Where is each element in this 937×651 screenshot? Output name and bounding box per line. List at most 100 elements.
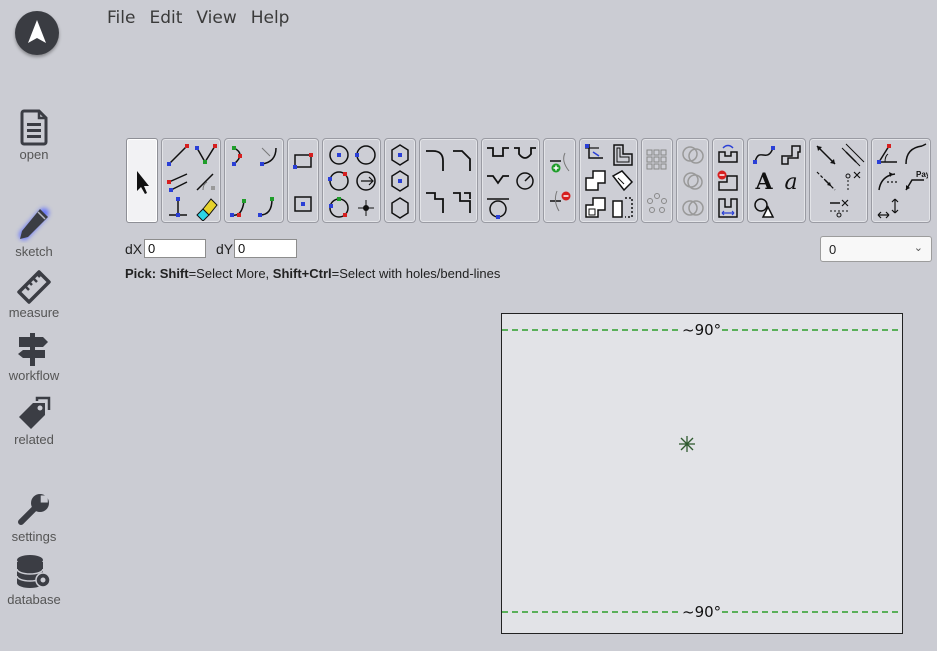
menu-edit[interactable]: Edit	[142, 6, 189, 30]
rect-corner-tool[interactable]	[290, 147, 316, 173]
text-tool[interactable]: A	[751, 168, 777, 194]
dimension-point-tool[interactable]	[813, 168, 839, 194]
trim-icon	[585, 144, 603, 159]
menu-bar: File Edit View Help	[100, 6, 296, 30]
arc-end-tool[interactable]	[256, 195, 282, 221]
fillet-icon	[426, 150, 444, 171]
point-tool[interactable]	[353, 195, 379, 221]
trim-tool[interactable]	[583, 142, 609, 168]
dimension-offset-icon	[841, 143, 865, 167]
select-tool-button[interactable]	[126, 138, 158, 223]
rect-center-tool[interactable]	[290, 191, 316, 217]
subtract-tool[interactable]	[583, 195, 609, 221]
app-logo[interactable]	[15, 11, 59, 55]
circle-center-tool[interactable]	[326, 142, 352, 168]
corner-tools-group	[419, 138, 478, 223]
remove-feature-tool[interactable]	[547, 189, 573, 215]
hexagon-edge-tool[interactable]	[387, 195, 413, 221]
polyline-tool[interactable]	[193, 142, 219, 168]
relief-round-tool[interactable]	[512, 142, 538, 168]
dimension-horizontal-tool[interactable]	[826, 195, 852, 221]
circle-2pt-tool[interactable]	[353, 142, 379, 168]
hexagon-inscribed-tool[interactable]	[387, 168, 413, 194]
script-text-tool[interactable]: a	[778, 168, 804, 194]
perpendicular-tool[interactable]	[165, 195, 191, 221]
bend-line-tool[interactable]	[875, 168, 901, 194]
sheet-tools-group	[712, 138, 744, 223]
rect-tools-group	[287, 138, 319, 223]
spline-tool[interactable]	[751, 142, 777, 168]
sidebar-label-open: open	[19, 147, 49, 162]
arc-tangent-tool[interactable]	[228, 195, 254, 221]
relief-vee-tool[interactable]	[485, 168, 511, 194]
remove-step-tool[interactable]	[715, 168, 741, 194]
arc-center-icon	[260, 147, 277, 166]
payload-tool[interactable]: Pay	[902, 168, 928, 194]
sidebar-item-workflow[interactable]: workflow	[0, 331, 68, 383]
highlight-tool[interactable]	[193, 195, 219, 221]
remove-step-icon	[717, 170, 738, 191]
overlap-union-tool[interactable]	[680, 142, 706, 168]
sidebar-item-open[interactable]: open	[0, 108, 68, 162]
relief-tangent-icon	[487, 198, 509, 219]
relief-rect-tool[interactable]	[485, 142, 511, 168]
notch-square-icon	[453, 192, 471, 213]
payload-arrow-icon: Pay	[905, 170, 928, 191]
sidebar-item-sketch[interactable]: sketch	[0, 203, 68, 259]
offset-shape-icon	[613, 144, 633, 166]
menu-help[interactable]: Help	[244, 6, 297, 30]
layer-select[interactable]: 0 ⌄	[820, 236, 932, 262]
offset-l-tool[interactable]	[610, 142, 636, 168]
parallel-line-icon	[167, 173, 188, 192]
menu-file[interactable]: File	[100, 6, 142, 30]
dimension-xy-tool[interactable]	[840, 168, 866, 194]
measure-arrows-tool[interactable]	[875, 195, 901, 221]
circle-3pt-tool[interactable]	[326, 168, 352, 194]
angle-dimension-tool[interactable]	[875, 142, 901, 168]
dy-input[interactable]	[234, 239, 297, 258]
circular-pattern-tool[interactable]	[644, 191, 670, 217]
sidebar-item-settings[interactable]: settings	[0, 490, 68, 544]
hexagon-inscribed-icon	[391, 170, 409, 192]
arc-3pt-tool[interactable]	[228, 142, 254, 168]
stretch-tool[interactable]	[715, 195, 741, 221]
angle-line-tool[interactable]	[193, 168, 219, 194]
hint-shift: Shift	[159, 266, 189, 281]
union-tool[interactable]	[583, 168, 609, 194]
split-tool[interactable]	[610, 195, 636, 221]
wrench-icon	[18, 494, 49, 525]
sidebar-item-related[interactable]: related	[0, 395, 68, 447]
chamfer-tool[interactable]	[450, 147, 476, 173]
radius-dimension-icon	[905, 143, 927, 165]
circle-tangent-tool[interactable]	[353, 168, 379, 194]
relief-circle-tool[interactable]	[512, 168, 538, 194]
notch-square-tool[interactable]	[450, 189, 476, 215]
chevron-down-icon: ⌄	[913, 242, 923, 254]
overlap-intersect-tool[interactable]	[680, 168, 706, 194]
arc-center-tool[interactable]	[256, 142, 282, 168]
sketch-canvas[interactable]: ~90° ~90°	[501, 313, 903, 634]
grid-pattern-tool[interactable]	[644, 147, 670, 173]
highlighter-icon	[196, 198, 218, 221]
parallel-line-tool[interactable]	[165, 168, 191, 194]
dimension-horizontal-icon	[830, 199, 849, 218]
sidebar-item-measure[interactable]: measure	[0, 268, 68, 320]
relief-tangent-tool[interactable]	[485, 195, 511, 221]
intersect-tool[interactable]	[610, 168, 636, 194]
dimension-aligned-tool[interactable]	[813, 142, 839, 168]
circle-tan-3-tool[interactable]	[326, 195, 352, 221]
overlap-subtract-tool[interactable]	[680, 195, 706, 221]
notch-round-tool[interactable]	[423, 189, 449, 215]
menu-view[interactable]: View	[189, 6, 243, 30]
line-tool[interactable]	[165, 142, 191, 168]
flip-tool[interactable]	[715, 142, 741, 168]
bend-shape-tool[interactable]	[778, 142, 804, 168]
fillet-tool[interactable]	[423, 147, 449, 173]
image-tool[interactable]	[751, 195, 777, 221]
radius-dimension-tool[interactable]	[902, 142, 928, 168]
sidebar-item-database[interactable]: database	[0, 553, 68, 607]
dx-input[interactable]	[144, 239, 206, 258]
add-feature-tool[interactable]	[547, 151, 573, 177]
hexagon-tool[interactable]	[387, 142, 413, 168]
dimension-offset-tool[interactable]	[840, 142, 866, 168]
